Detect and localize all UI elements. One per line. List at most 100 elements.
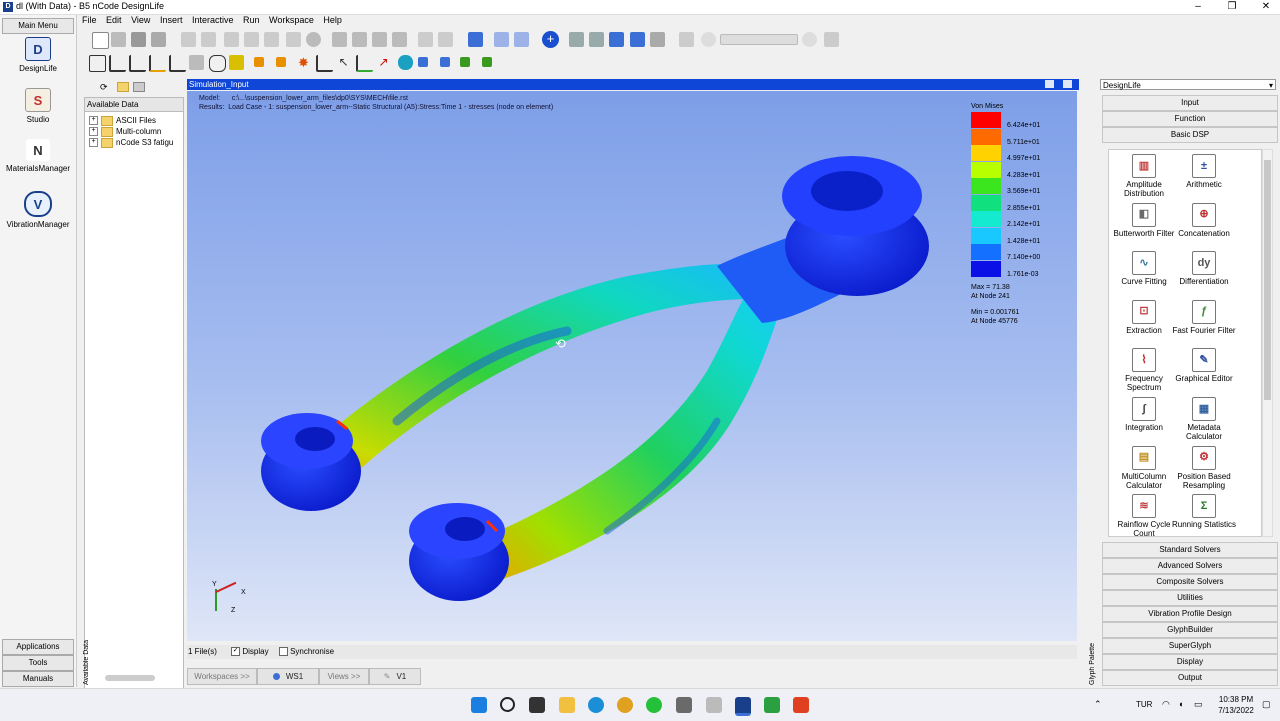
expand-icon[interactable]: + bbox=[89, 138, 98, 147]
download-icon[interactable] bbox=[468, 32, 483, 47]
add-run-icon[interactable]: + bbox=[542, 31, 559, 48]
glyph-concatenation[interactable]: ⊕ Concatenation bbox=[1169, 202, 1239, 238]
main-menu-button[interactable]: Main Menu bbox=[2, 18, 74, 34]
category-glyphbuilder[interactable]: GlyphBuilder bbox=[1102, 622, 1278, 638]
chart-icon[interactable] bbox=[129, 55, 146, 72]
glyph-running-statistics[interactable]: Σ Running Statistics bbox=[1169, 494, 1239, 529]
glyph-graphical-editor[interactable]: ✎ Graphical Editor bbox=[1169, 348, 1239, 383]
maximize-view-icon[interactable] bbox=[1063, 80, 1072, 88]
zoom-slider[interactable] bbox=[720, 34, 798, 45]
stop-icon[interactable] bbox=[589, 32, 604, 47]
language-indicator[interactable]: TUR bbox=[1136, 700, 1152, 709]
settings-icon[interactable] bbox=[372, 32, 387, 47]
axis-icon[interactable] bbox=[109, 55, 126, 72]
whatsapp-icon[interactable] bbox=[646, 697, 662, 713]
delete-icon[interactable] bbox=[306, 32, 321, 47]
category-vibration-profile-design[interactable]: Vibration Profile Design bbox=[1102, 606, 1278, 622]
menu-interactive[interactable]: Interactive bbox=[192, 15, 234, 25]
category-function[interactable]: Function bbox=[1102, 111, 1278, 127]
chrome-icon[interactable] bbox=[617, 697, 633, 713]
manuals-button[interactable]: Manuals bbox=[2, 671, 74, 687]
arrow-right-blue-icon[interactable] bbox=[440, 57, 450, 67]
open-icon[interactable] bbox=[111, 32, 126, 47]
tree-item-ncode[interactable]: + nCode S3 fatigu bbox=[85, 137, 183, 148]
glyph-palette-side-label[interactable]: Glyph Palette bbox=[1089, 630, 1099, 685]
tool-designlife[interactable]: D DesignLife bbox=[0, 37, 76, 73]
axis-red-icon[interactable]: ↗ bbox=[376, 55, 391, 70]
simulation-viewport[interactable]: Model: c:\...\suspension_lower_arm_files… bbox=[187, 91, 1077, 641]
pause-icon[interactable] bbox=[650, 32, 665, 47]
pointer-icon[interactable]: ↖ bbox=[336, 55, 351, 70]
start-icon[interactable] bbox=[471, 697, 487, 713]
menu-workspace[interactable]: Workspace bbox=[269, 15, 314, 25]
spark-icon[interactable]: ✸ bbox=[296, 55, 311, 70]
views-tab[interactable]: Views >> bbox=[319, 668, 369, 685]
glyph-scrollbar-thumb[interactable] bbox=[1264, 160, 1271, 400]
zoom-out-icon[interactable] bbox=[701, 32, 716, 47]
close-icon[interactable]: ✕ bbox=[1256, 1, 1276, 12]
volume-icon[interactable]: ◖ bbox=[1178, 699, 1183, 709]
menu-view[interactable]: View bbox=[131, 15, 150, 25]
cursor-chart-icon[interactable] bbox=[316, 55, 333, 72]
glyph-scrollbar[interactable] bbox=[1262, 149, 1273, 537]
horizontal-scrollbar[interactable] bbox=[105, 675, 155, 681]
new-icon[interactable] bbox=[92, 32, 109, 49]
run-step-icon[interactable] bbox=[609, 32, 624, 47]
tools-button[interactable]: Tools bbox=[2, 655, 74, 671]
view-icon[interactable] bbox=[133, 82, 145, 92]
axis-green-icon[interactable] bbox=[356, 55, 373, 72]
arrange-icon[interactable] bbox=[438, 32, 453, 47]
designlife-taskbar-icon[interactable] bbox=[735, 697, 751, 716]
chart-yellow-icon[interactable] bbox=[149, 55, 166, 72]
paste-icon[interactable] bbox=[264, 32, 279, 47]
tool-vibration-manager[interactable]: V VibrationManager bbox=[0, 191, 76, 229]
arrow-right-orange-icon[interactable] bbox=[276, 57, 286, 67]
expand-icon[interactable]: + bbox=[89, 127, 98, 136]
rewind-icon[interactable] bbox=[569, 32, 584, 47]
synchronise-check-icon[interactable] bbox=[278, 647, 288, 657]
print-icon[interactable] bbox=[332, 32, 347, 47]
battery-icon[interactable]: ▭ bbox=[1194, 699, 1203, 710]
category-input[interactable]: Input bbox=[1102, 95, 1278, 111]
save-all-icon[interactable] bbox=[151, 32, 166, 47]
copy-icon[interactable] bbox=[244, 32, 259, 47]
tool-materials-manager[interactable]: N MaterialsManager bbox=[0, 139, 76, 173]
search-icon[interactable] bbox=[500, 697, 515, 712]
sphere-icon[interactable] bbox=[398, 55, 413, 70]
arrow-left-green-icon[interactable] bbox=[460, 57, 470, 67]
menu-run[interactable]: Run bbox=[243, 15, 260, 25]
category-output[interactable]: Output bbox=[1102, 670, 1278, 686]
app-icon[interactable] bbox=[676, 697, 692, 713]
menu-help[interactable]: Help bbox=[323, 15, 342, 25]
folder-icon[interactable] bbox=[117, 82, 129, 92]
maximize-icon[interactable]: ❐ bbox=[1222, 1, 1242, 12]
camtasia-icon[interactable] bbox=[764, 697, 780, 713]
glyph-arithmetic[interactable]: ± Arithmetic bbox=[1169, 154, 1239, 189]
redo-icon[interactable] bbox=[201, 32, 216, 47]
properties-icon[interactable] bbox=[352, 32, 367, 47]
notifications-icon[interactable]: ▢ bbox=[1262, 699, 1271, 710]
clock[interactable]: 10:38 PM 7/13/2022 bbox=[1216, 694, 1256, 716]
menu-edit[interactable]: Edit bbox=[106, 15, 122, 25]
category-standard-solvers[interactable]: Standard Solvers bbox=[1102, 542, 1278, 558]
play-icon[interactable] bbox=[630, 32, 645, 47]
tool-studio[interactable]: S Studio bbox=[0, 88, 76, 124]
tree-item-multicolumn[interactable]: + Multi-column bbox=[85, 126, 183, 137]
glyph-fast-fourier-filter[interactable]: ƒ Fast Fourier Filter bbox=[1169, 299, 1239, 335]
arrow-left-blue-icon[interactable] bbox=[418, 57, 428, 67]
available-data-side-label[interactable]: Available Data bbox=[83, 630, 95, 685]
task-view-icon[interactable] bbox=[529, 697, 545, 713]
fast-forward-icon[interactable] bbox=[514, 32, 529, 47]
synchronise-checkbox[interactable]: Synchronise bbox=[278, 647, 334, 657]
file-explorer-icon[interactable] bbox=[559, 697, 575, 713]
undo-icon[interactable] bbox=[181, 32, 196, 47]
wifi-icon[interactable]: ◠ bbox=[1162, 699, 1170, 710]
category-superglyph[interactable]: SuperGlyph bbox=[1102, 638, 1278, 654]
tree-item-ascii[interactable]: + ASCII Files bbox=[85, 115, 183, 126]
arrow-right-green-icon[interactable] bbox=[482, 57, 492, 67]
arrow-left-orange-icon[interactable] bbox=[254, 57, 264, 67]
refresh-icon[interactable]: ⟳ bbox=[100, 82, 108, 93]
workbench-icon[interactable] bbox=[706, 697, 722, 713]
expand-icon[interactable]: + bbox=[89, 116, 98, 125]
display-check-icon[interactable]: ✓ bbox=[231, 647, 241, 657]
